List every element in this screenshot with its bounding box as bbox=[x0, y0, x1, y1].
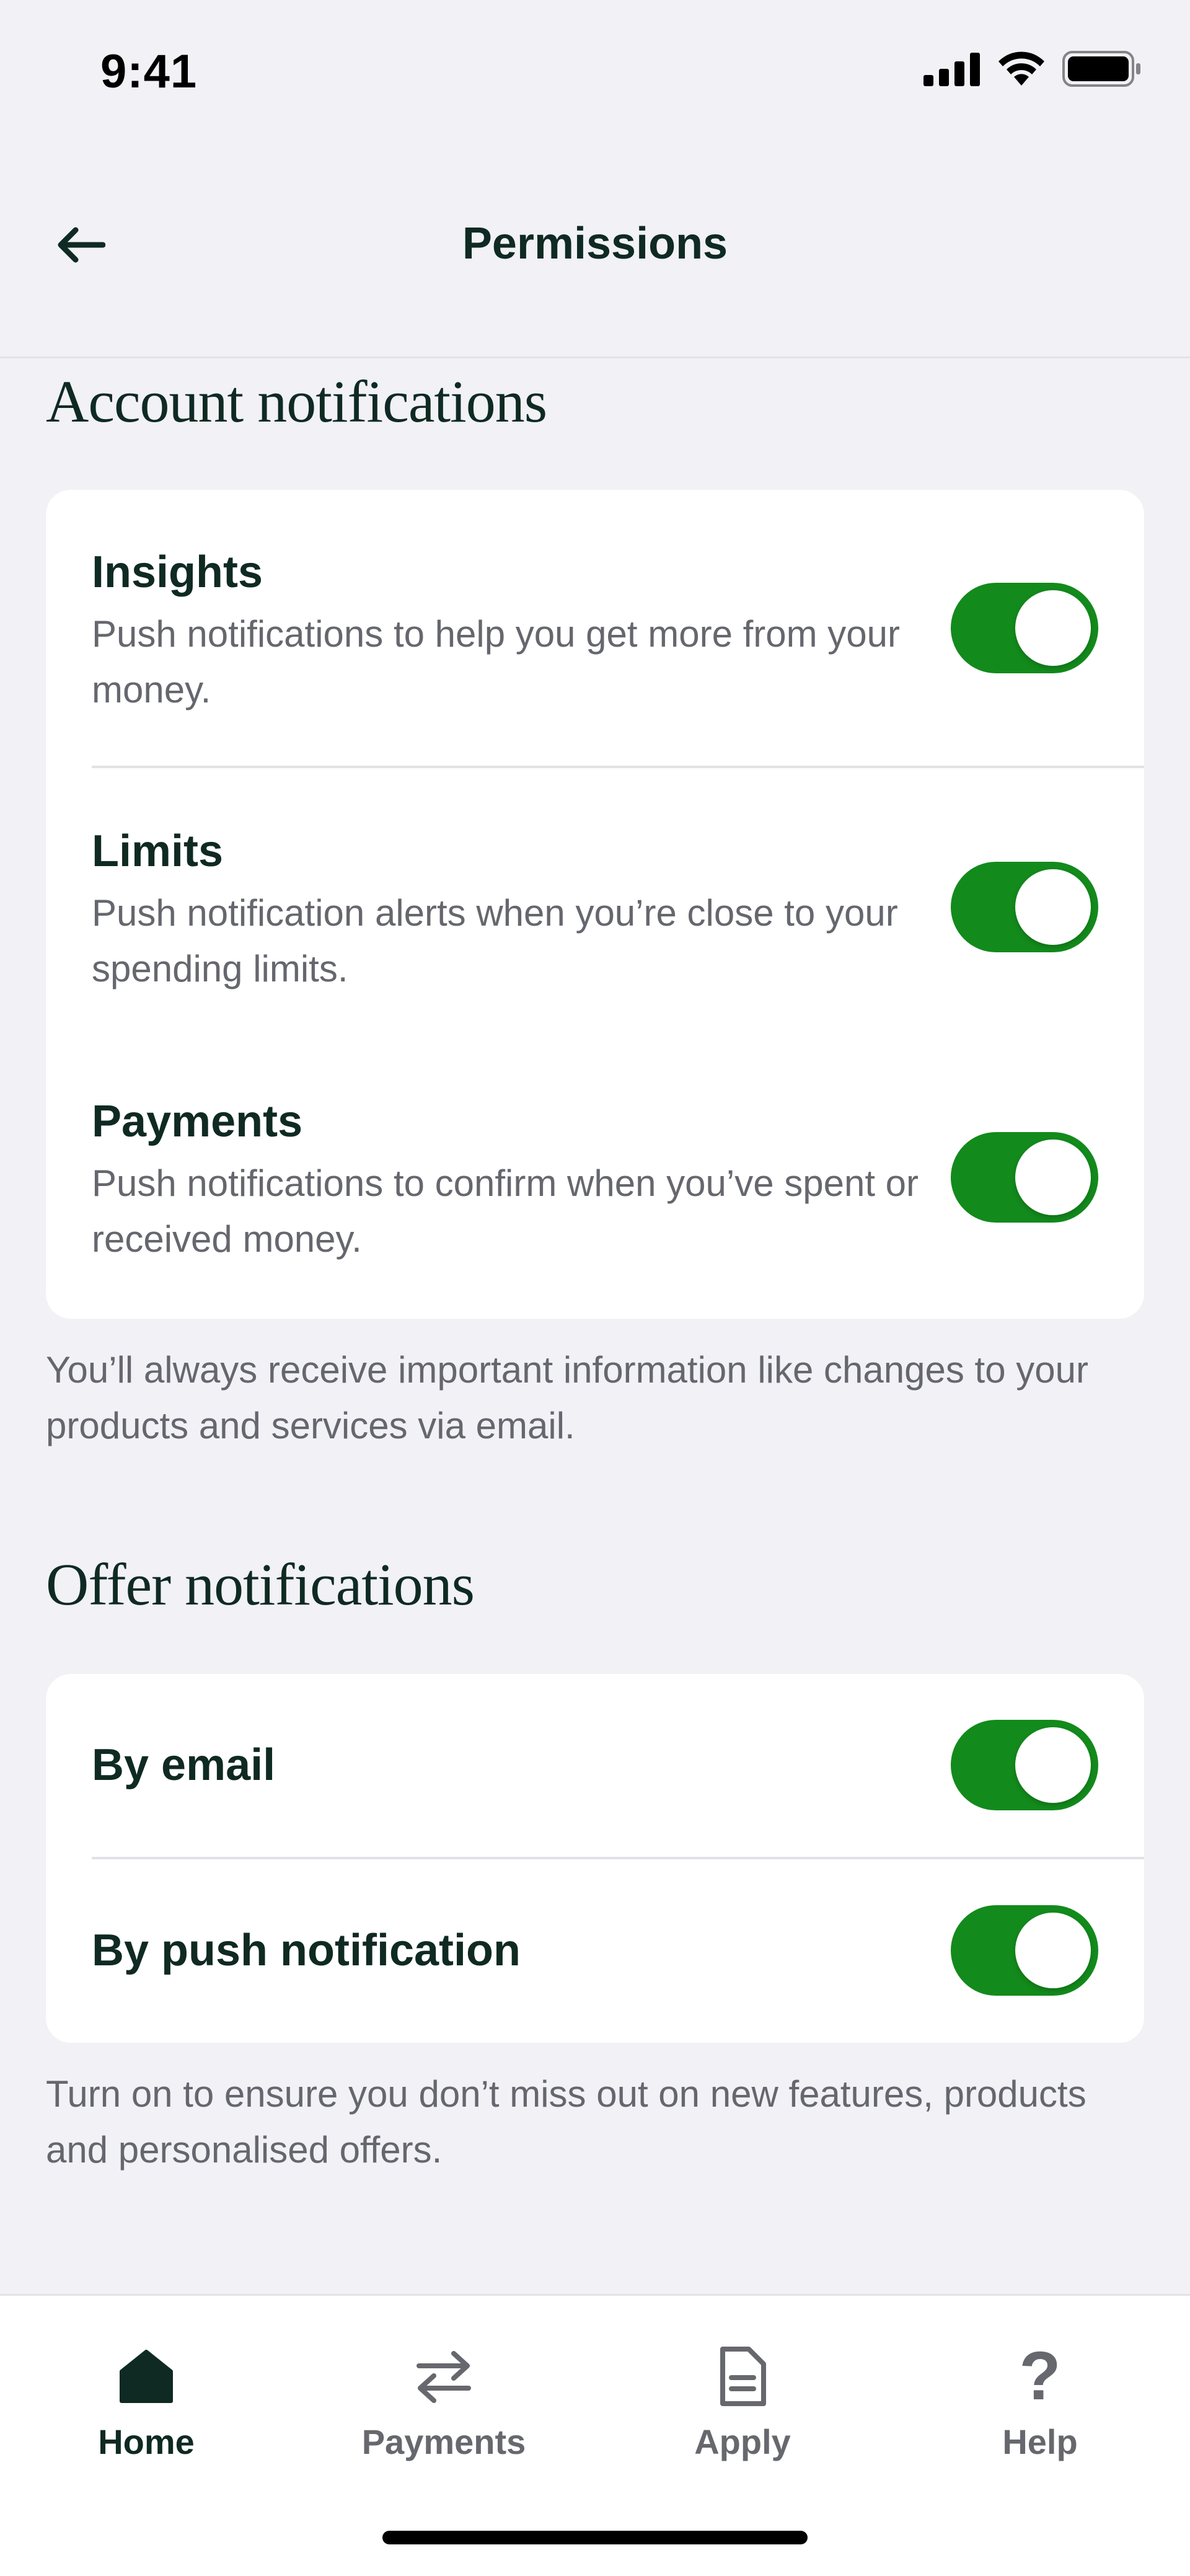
tab-payments-label: Payments bbox=[361, 2422, 526, 2461]
toggle-knob bbox=[1015, 1140, 1091, 1215]
tab-apply-label: Apply bbox=[694, 2422, 791, 2461]
toggle-knob bbox=[1015, 1913, 1091, 1988]
payments-row: Payments Push notifications to confirm w… bbox=[46, 1042, 1144, 1319]
insights-title: Insights bbox=[92, 547, 263, 597]
payments-description: Push notifications to confirm when you’v… bbox=[92, 1162, 919, 1260]
account-notifications-card: Insights Push notifications to help you … bbox=[46, 490, 1144, 1319]
limits-toggle[interactable] bbox=[951, 862, 1098, 952]
document-icon bbox=[718, 2342, 767, 2410]
tab-help[interactable]: ? Help bbox=[947, 2342, 1133, 2485]
toggle-knob bbox=[1015, 1727, 1091, 1803]
by-push-notification-toggle[interactable] bbox=[951, 1905, 1098, 1996]
header-divider bbox=[0, 356, 1190, 358]
tab-help-label: Help bbox=[1002, 2422, 1078, 2461]
battery-icon bbox=[1062, 51, 1140, 87]
limits-title: Limits bbox=[92, 826, 224, 876]
transfer-arrows-icon bbox=[413, 2342, 475, 2410]
tab-home-label: Home bbox=[98, 2422, 195, 2461]
permissions-screen: 9:41 Permissions Account notifications I… bbox=[0, 0, 1190, 2576]
status-icons bbox=[923, 51, 1142, 87]
account-notifications-footnote: You’ll always receive important informat… bbox=[46, 1349, 1088, 1446]
insights-description: Push notifications to help you get more … bbox=[92, 613, 901, 710]
by-email-row: By email bbox=[46, 1674, 1144, 1858]
tab-payments[interactable]: Payments bbox=[351, 2342, 537, 2485]
by-email-title: By email bbox=[92, 1740, 276, 1790]
page-title: Permissions bbox=[462, 219, 728, 268]
insights-row: Insights Push notifications to help you … bbox=[46, 490, 1144, 769]
cellular-signal-icon bbox=[923, 53, 980, 86]
question-mark-icon: ? bbox=[1019, 2338, 1061, 2414]
account-notifications-heading: Account notifications bbox=[46, 368, 547, 435]
tab-home[interactable]: Home bbox=[53, 2342, 239, 2485]
offer-notifications-footnote: Turn on to ensure you don’t miss out on … bbox=[46, 2073, 1086, 2171]
home-icon bbox=[118, 2342, 175, 2410]
limits-row: Limits Push notification alerts when you… bbox=[46, 769, 1144, 1042]
offer-notifications-heading: Offer notifications bbox=[46, 1551, 475, 1618]
toggle-knob bbox=[1015, 590, 1091, 666]
row-divider bbox=[92, 766, 1144, 768]
home-indicator bbox=[382, 2531, 808, 2544]
by-email-toggle[interactable] bbox=[951, 1720, 1098, 1810]
by-push-notification-title: By push notification bbox=[92, 1926, 521, 1975]
wifi-icon bbox=[998, 51, 1044, 86]
toggle-knob bbox=[1015, 869, 1091, 945]
insights-toggle[interactable] bbox=[951, 583, 1098, 673]
status-bar: 9:41 bbox=[0, 0, 1190, 143]
header: Permissions bbox=[0, 186, 1190, 310]
payments-toggle[interactable] bbox=[951, 1132, 1098, 1223]
tab-apply[interactable]: Apply bbox=[650, 2342, 835, 2485]
offer-notifications-card: By email By push notification bbox=[46, 1674, 1144, 2043]
payments-title: Payments bbox=[92, 1097, 303, 1146]
limits-description: Push notification alerts when you’re clo… bbox=[92, 892, 898, 989]
by-push-notification-row: By push notification bbox=[46, 1859, 1144, 2043]
status-time: 9:41 bbox=[100, 45, 198, 98]
